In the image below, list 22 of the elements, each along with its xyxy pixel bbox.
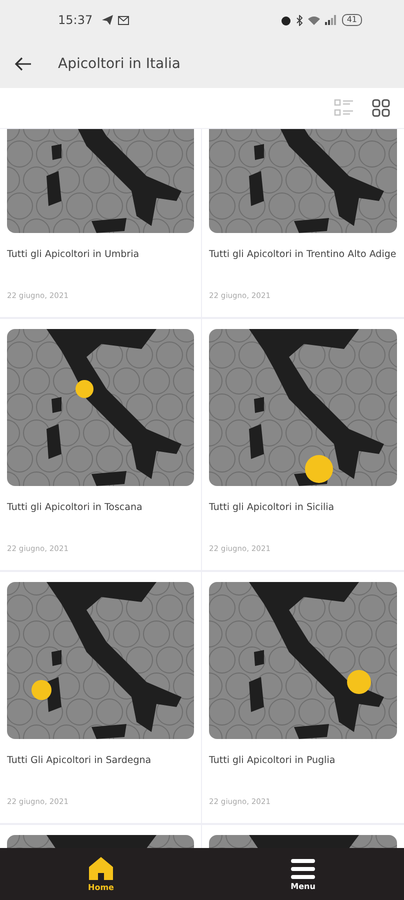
send-icon xyxy=(102,15,113,25)
screen-title: Apicoltori in Italia xyxy=(58,56,180,72)
grid-icon xyxy=(372,99,390,117)
home-icon xyxy=(88,856,114,881)
mail-icon xyxy=(118,16,129,24)
battery-indicator: 41 xyxy=(342,14,362,26)
article-title[interactable]: Tutti gli Apicoltori in Sicilia xyxy=(209,500,397,532)
article-title[interactable]: Tutti gli Apicoltori in Puglia xyxy=(209,753,397,785)
status-time: 15:37 xyxy=(58,13,93,27)
grid-view-button[interactable] xyxy=(372,99,390,117)
back-arrow-icon xyxy=(14,57,32,71)
signal-icon xyxy=(324,15,337,25)
article-title[interactable]: Tutti gli Apicoltori in Toscana xyxy=(7,500,194,532)
article-title[interactable]: Tutti gli Apicoltori in Umbria xyxy=(7,247,194,279)
article-title[interactable]: Tutti Gli Apicoltori in Sardegna xyxy=(7,753,194,785)
list-icon xyxy=(334,99,354,117)
menu-icon xyxy=(290,858,316,880)
bluetooth-icon xyxy=(296,14,303,26)
wifi-icon xyxy=(308,16,320,24)
menu-tab[interactable]: Menu xyxy=(202,848,404,900)
article-title[interactable]: Tutti gli Apicoltori in Trentino Alto Adige xyxy=(209,247,397,279)
home-tab[interactable]: Home xyxy=(0,848,202,900)
